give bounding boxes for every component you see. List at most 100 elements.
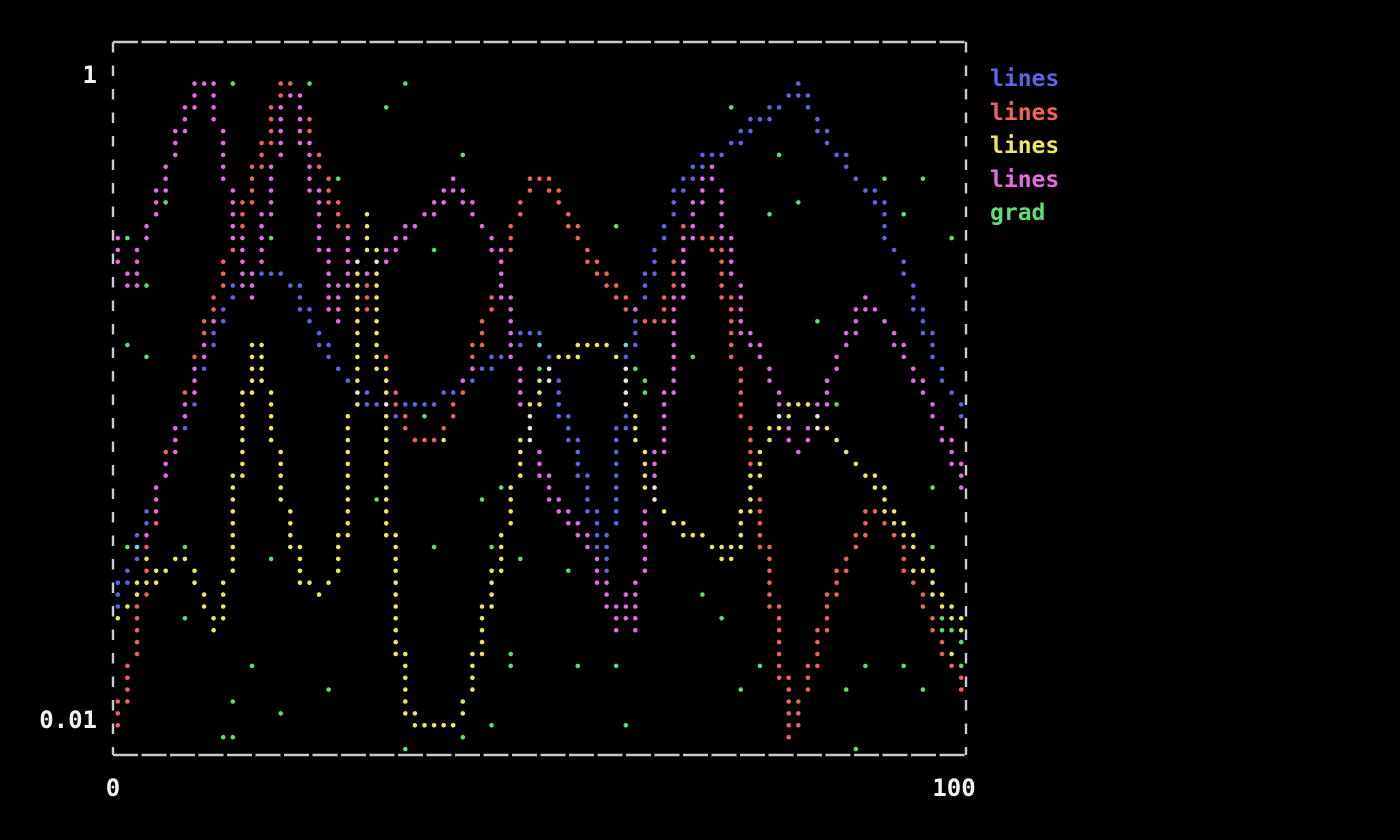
data-point — [499, 260, 504, 265]
data-point — [825, 604, 830, 609]
data-point — [393, 628, 398, 633]
data-point — [470, 664, 475, 669]
data-point — [125, 236, 130, 241]
data-point — [758, 117, 763, 122]
data-point — [566, 212, 571, 217]
data-point — [825, 141, 830, 146]
data-point — [739, 307, 744, 312]
data-point — [269, 390, 274, 395]
data-point — [470, 200, 475, 205]
data-point — [173, 141, 178, 146]
data-point — [240, 390, 245, 395]
data-point — [863, 521, 868, 526]
data-point — [863, 307, 868, 312]
data-point — [806, 438, 811, 443]
data-point — [269, 236, 274, 241]
data-point — [461, 153, 466, 158]
data-point — [432, 212, 437, 217]
data-point — [700, 165, 705, 170]
data-point — [288, 545, 293, 550]
data-point — [796, 699, 801, 704]
data-point — [729, 271, 734, 276]
data-point — [892, 533, 897, 538]
data-point — [269, 426, 274, 431]
data-point — [806, 402, 811, 407]
legend-item-lines-blue: lines — [990, 63, 1059, 97]
data-point — [231, 497, 236, 502]
data-point — [221, 604, 226, 609]
data-point — [202, 319, 207, 324]
data-point — [508, 497, 513, 502]
data-point — [470, 212, 475, 217]
data-point — [595, 509, 600, 514]
data-point — [739, 414, 744, 419]
data-point — [729, 319, 734, 324]
data-point — [307, 188, 312, 193]
data-point — [508, 248, 513, 253]
data-point — [355, 355, 360, 360]
data-point — [403, 414, 408, 419]
data-point — [374, 331, 379, 336]
data-point — [365, 248, 370, 253]
data-point — [739, 367, 744, 372]
data-point — [662, 402, 667, 407]
data-point — [892, 343, 897, 348]
data-point — [662, 509, 667, 514]
data-point — [336, 319, 341, 324]
data-point — [930, 616, 935, 621]
data-point — [374, 307, 379, 312]
data-point — [125, 283, 130, 288]
data-point — [365, 224, 370, 229]
data-point — [365, 283, 370, 288]
data-point — [355, 390, 360, 395]
data-point — [384, 414, 389, 419]
data-point — [135, 652, 140, 657]
data-point — [901, 355, 906, 360]
data-point — [508, 295, 513, 300]
data-point — [278, 81, 283, 86]
data-point — [135, 604, 140, 609]
data-point — [748, 497, 753, 502]
data-point — [326, 260, 331, 265]
data-point — [758, 497, 763, 502]
data-point — [413, 711, 418, 716]
data-point — [231, 200, 236, 205]
data-point — [116, 236, 121, 241]
data-point — [259, 141, 264, 146]
data-point — [873, 188, 878, 193]
data-point — [901, 212, 906, 217]
plot-border — [113, 42, 966, 755]
data-point — [614, 355, 619, 360]
data-point — [221, 129, 226, 134]
data-point — [748, 485, 753, 490]
data-point — [700, 153, 705, 158]
data-point — [173, 450, 178, 455]
data-point — [949, 390, 954, 395]
data-point — [307, 165, 312, 170]
data-point — [240, 426, 245, 431]
data-point — [758, 450, 763, 455]
data-point — [614, 616, 619, 621]
data-point — [595, 343, 600, 348]
data-point — [221, 735, 226, 740]
data-point — [624, 592, 629, 597]
data-point — [614, 438, 619, 443]
data-point — [815, 129, 820, 134]
data-point — [135, 533, 140, 538]
data-point — [671, 521, 676, 526]
data-point — [901, 343, 906, 348]
data-point — [614, 628, 619, 633]
data-point — [633, 331, 638, 336]
data-point — [518, 212, 523, 217]
data-point — [298, 295, 303, 300]
data-point — [269, 438, 274, 443]
data-point — [365, 390, 370, 395]
data-point — [624, 307, 629, 312]
data-point — [652, 497, 657, 502]
data-point — [211, 81, 216, 86]
data-point — [183, 117, 188, 122]
data-point — [499, 248, 504, 253]
data-point — [192, 390, 197, 395]
data-point — [854, 307, 859, 312]
data-point — [691, 355, 696, 360]
